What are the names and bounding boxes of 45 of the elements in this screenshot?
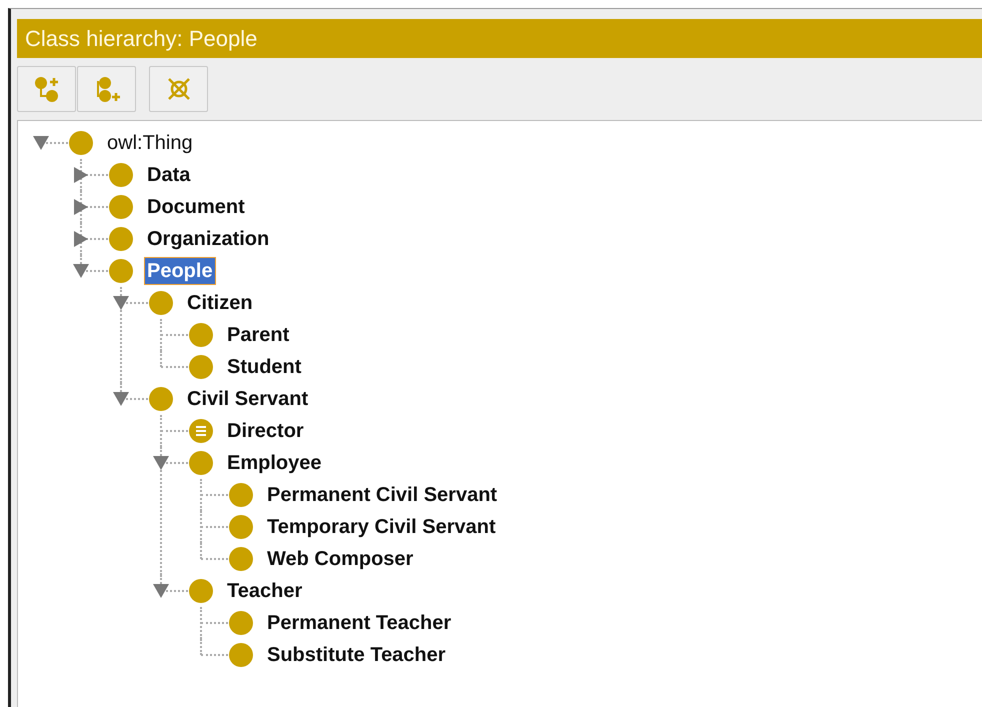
tree-item[interactable]: Web Composer [264,545,416,573]
collapse-toggle[interactable] [32,134,50,152]
tree-item[interactable]: Permanent Civil Servant [264,481,500,509]
expand-toggle[interactable] [72,230,90,248]
add-subclass-icon [32,75,60,103]
panel-title: Class hierarchy: People [17,19,982,58]
tree-item[interactable]: Teacher [224,577,306,605]
class-icon [148,386,174,412]
tree-item[interactable]: Student [224,353,304,381]
tree-item[interactable]: Director [224,417,307,445]
class-icon [228,482,254,508]
tree-item[interactable]: owl:Thing [104,129,196,157]
tree-item[interactable]: Permanent Teacher [264,609,454,637]
class-icon [188,322,214,348]
tree-item[interactable]: Data [144,161,194,189]
class-icon [228,514,254,540]
class-icon [188,450,214,476]
tree-item[interactable]: Substitute Teacher [264,641,449,669]
collapse-toggle[interactable] [152,454,170,472]
tree-item[interactable]: Temporary Civil Servant [264,513,499,541]
class-icon [188,578,214,604]
tree-item[interactable]: People [144,257,216,285]
class-icon [148,290,174,316]
collapse-toggle[interactable] [72,262,90,280]
expand-toggle[interactable] [72,198,90,216]
tree-item[interactable]: Parent [224,321,292,349]
tree-item[interactable]: Employee [224,449,324,477]
class-icon [228,546,254,572]
expand-toggle[interactable] [72,166,90,184]
collapse-toggle[interactable] [152,582,170,600]
tree-item[interactable]: Document [144,193,248,221]
class-icon [228,642,254,668]
class-icon [68,130,94,156]
tree-item[interactable]: Organization [144,225,272,253]
collapse-toggle[interactable] [112,390,130,408]
tree-item[interactable]: Civil Servant [184,385,312,413]
class-icon [108,258,134,284]
collapse-toggle[interactable] [112,294,130,312]
class-icon [228,610,254,636]
defined-class-icon [188,418,214,444]
class-icon [188,354,214,380]
class-icon [108,226,134,252]
class-icon [108,162,134,188]
class-icon [108,194,134,220]
tree-item[interactable]: Citizen [184,289,256,317]
